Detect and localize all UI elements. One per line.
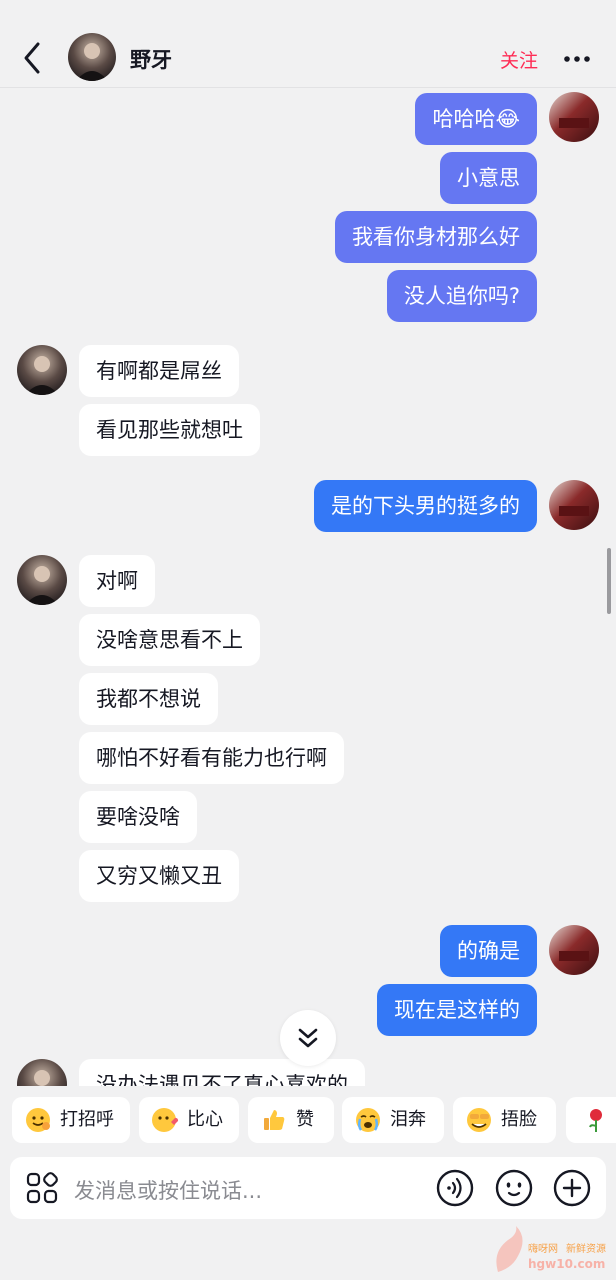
message-bubble-incoming[interactable]: 我都不想说: [79, 673, 218, 725]
my-avatar: [549, 92, 599, 142]
message-bubble-outgoing[interactable]: 现在是这样的: [377, 984, 537, 1036]
svg-text:hgw10.com: hgw10.com: [528, 1257, 605, 1271]
chat-header: 野牙 关注: [0, 0, 616, 88]
message-bubble-incoming[interactable]: 有啊都是屌丝: [79, 345, 239, 397]
rose-icon: [589, 1109, 602, 1132]
heart-hands-icon: [152, 1108, 179, 1132]
message-bubble-outgoing[interactable]: 小意思: [440, 152, 537, 204]
contact-name[interactable]: 野牙: [130, 44, 172, 74]
message-bubble-incoming[interactable]: 又穷又懒又丑: [79, 850, 239, 902]
my-avatar: [549, 480, 599, 530]
apps-grid-icon[interactable]: [26, 1172, 58, 1204]
contact-avatar[interactable]: [17, 1059, 67, 1086]
message-input[interactable]: 发消息或按住说话...: [74, 1175, 262, 1205]
message-bubble-outgoing[interactable]: 是的下头男的挺多的: [314, 480, 537, 532]
voice-input-icon[interactable]: [436, 1169, 474, 1207]
scroll-to-bottom-button[interactable]: [280, 1010, 336, 1066]
follow-button[interactable]: 关注: [500, 46, 538, 73]
message-bubble-incoming[interactable]: 哪怕不好看有能力也行啊: [79, 732, 344, 784]
quick-reply-facepalm[interactable]: 捂脸: [453, 1097, 556, 1143]
quick-reply-rose[interactable]: [566, 1097, 616, 1143]
quick-reply-like[interactable]: 赞: [248, 1097, 334, 1143]
message-bubble-incoming[interactable]: 看见那些就想吐: [79, 404, 260, 456]
message-bubble-incoming[interactable]: 没啥意思看不上: [79, 614, 260, 666]
my-avatar: [549, 925, 599, 975]
add-icon[interactable]: [553, 1169, 591, 1207]
quick-reply-label: 赞: [296, 1109, 314, 1130]
double-chevron-down-icon: [298, 1028, 318, 1048]
message-bubble-outgoing[interactable]: 没人追你吗?: [386, 270, 537, 322]
site-watermark: 嗨呀网 新鲜资源 hgw10.com: [488, 1222, 616, 1280]
quick-reply-bar[interactable]: 打招呼 比心 赞 泪奔 捂脸: [0, 1097, 616, 1145]
quick-reply-label: 打招呼: [60, 1109, 114, 1130]
scrollbar-thumb[interactable]: [607, 548, 611, 614]
contact-avatar[interactable]: [68, 33, 116, 81]
crying-face-icon: [356, 1108, 380, 1132]
quick-reply-greet[interactable]: 打招呼: [12, 1097, 130, 1143]
quick-reply-label: 比心: [187, 1109, 223, 1130]
quick-reply-label: 捂脸: [501, 1109, 537, 1130]
message-bubble-incoming[interactable]: 对啊: [79, 555, 155, 607]
message-input-bar[interactable]: 发消息或按住说话...: [10, 1157, 606, 1219]
quick-reply-tears[interactable]: 泪奔: [342, 1097, 444, 1143]
facepalm-face-icon: [467, 1108, 491, 1132]
waving-face-icon: [26, 1108, 50, 1132]
message-list[interactable]: 哈哈哈😂 小意思 我看你身材那么好 没人追你吗? 有啊都是屌丝 看见那些就想吐 …: [0, 88, 616, 1086]
emoji-icon[interactable]: [495, 1169, 533, 1207]
message-bubble-outgoing[interactable]: 哈哈哈😂: [415, 93, 537, 145]
quick-reply-heart[interactable]: 比心: [139, 1097, 239, 1143]
svg-text:新鲜资源: 新鲜资源: [566, 1242, 606, 1255]
contact-avatar[interactable]: [17, 345, 67, 395]
back-arrow-icon[interactable]: [18, 38, 48, 78]
watermark-logo-icon: 嗨呀网 新鲜资源 hgw10.com: [496, 1226, 606, 1272]
thumbs-up-icon: [264, 1110, 285, 1130]
quick-reply-label: 泪奔: [390, 1109, 426, 1130]
message-bubble-incoming[interactable]: 要啥没啥: [79, 791, 197, 843]
svg-text:嗨呀网: 嗨呀网: [528, 1242, 558, 1255]
message-bubble-outgoing[interactable]: 我看你身材那么好: [335, 211, 537, 263]
contact-avatar[interactable]: [17, 555, 67, 605]
message-bubble-outgoing[interactable]: 的确是: [440, 925, 537, 977]
more-options-icon[interactable]: [562, 44, 592, 74]
